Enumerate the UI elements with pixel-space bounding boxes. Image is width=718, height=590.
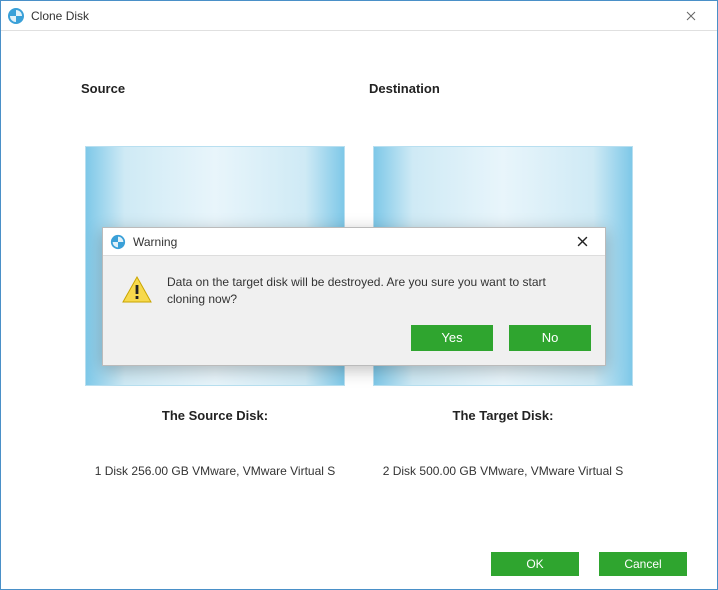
source-header: Source (81, 81, 125, 96)
window-footer: OK Cancel (1, 539, 717, 589)
dialog-close-button[interactable] (565, 230, 599, 254)
app-icon (7, 7, 25, 25)
target-disk-description: 2 Disk 500.00 GB VMware, VMware Virtual … (373, 463, 633, 480)
window-titlebar: Clone Disk (1, 1, 717, 31)
window-title: Clone Disk (31, 9, 89, 23)
no-button[interactable]: No (509, 325, 591, 351)
dialog-title: Warning (133, 235, 177, 249)
dialog-message: Data on the target disk will be destroye… (167, 274, 587, 309)
window-close-button[interactable] (671, 2, 711, 30)
destination-header: Destination (369, 81, 440, 96)
dialog-titlebar: Warning (103, 228, 605, 256)
target-disk-label: The Target Disk: (453, 408, 554, 423)
warning-icon (121, 274, 153, 306)
ok-button[interactable]: OK (491, 552, 579, 576)
source-disk-description: 1 Disk 256.00 GB VMware, VMware Virtual … (85, 463, 345, 480)
source-disk-label: The Source Disk: (162, 408, 268, 423)
dialog-app-icon (109, 233, 127, 251)
cancel-button[interactable]: Cancel (599, 552, 687, 576)
warning-dialog: Warning Data on the target disk will be … (102, 227, 606, 366)
yes-button[interactable]: Yes (411, 325, 493, 351)
